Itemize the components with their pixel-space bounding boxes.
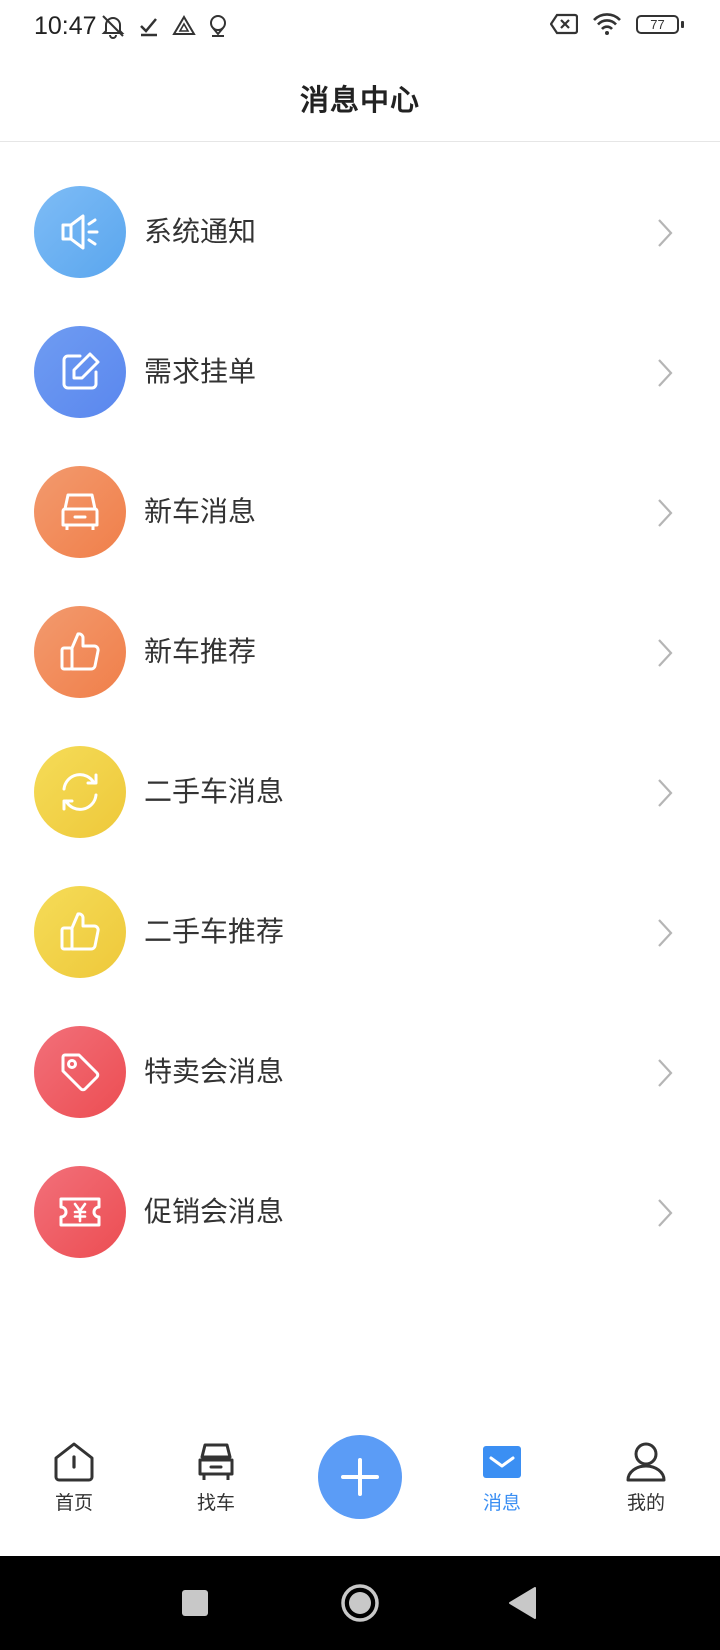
car-icon [198,1443,234,1480]
message-item-flash-sale[interactable]: 特卖会消息 [0,1002,720,1142]
edit-icon [34,326,126,418]
message-label: 新车消息 [144,495,257,528]
tab-label: 消息 [482,1492,521,1514]
home-icon [54,1442,94,1482]
circle-icon [341,1584,379,1622]
square-icon [182,1590,208,1616]
message-label: 特卖会消息 [144,1055,285,1088]
message-label: 新车推荐 [144,635,257,668]
tab-me[interactable]: 我的 [596,1440,696,1536]
chevron-right-icon [658,499,673,527]
add-button[interactable] [318,1435,402,1519]
tag-icon [34,1026,126,1118]
home-button[interactable] [335,1578,385,1628]
tab-label: 我的 [626,1492,665,1514]
bell-off-icon [101,15,125,39]
refresh-icon [34,746,126,838]
wifi-icon [593,13,621,35]
plus-icon [341,1458,379,1496]
check-icon [140,18,157,37]
car-icon [34,466,126,558]
message-item-used-car-recommend[interactable]: 二手车推荐 [0,862,720,1002]
header: 消息中心 [0,54,720,142]
page-title: 消息中心 [299,82,420,117]
tab-label: 找车 [196,1492,235,1514]
chevron-right-icon [658,359,673,387]
back-button[interactable] [498,1578,548,1628]
message-item-new-car-news[interactable]: 新车消息 [0,442,720,582]
tab-label: 首页 [54,1492,93,1514]
message-label: 系统通知 [144,215,257,248]
chevron-right-icon [658,639,673,667]
message-label: 二手车消息 [144,775,285,808]
drive-icon [172,15,196,35]
status-left-icons [100,13,228,39]
tab-messages[interactable]: 消息 [452,1440,552,1536]
message-item-new-car-recommend[interactable]: 新车推荐 [0,582,720,722]
message-label: 促销会消息 [144,1195,285,1228]
sim-off-icon [550,13,578,35]
chevron-right-icon [658,919,673,947]
chevron-right-icon [658,219,673,247]
chevron-right-icon [658,1199,673,1227]
message-label: 二手车推荐 [144,915,285,948]
message-item-demand-order[interactable]: 需求挂单 [0,302,720,442]
message-list: 系统通知 需求挂单 新车消息 新车推荐 二手车消息 二手车推荐 特卖会消息 促销… [0,162,720,1282]
back-triangle-icon [509,1587,536,1619]
message-item-used-car-news[interactable]: 二手车消息 [0,722,720,862]
status-time: 10:47 [34,12,97,40]
battery-icon: 77 [636,13,684,35]
tab-find-car[interactable]: 找车 [166,1440,266,1536]
chevron-right-icon [658,779,673,807]
chevron-right-icon [658,1059,673,1087]
battery-level: 77 [650,17,665,32]
message-item-system-notice[interactable]: 系统通知 [0,162,720,302]
message-item-promotion[interactable]: 促销会消息 [0,1142,720,1282]
thumbs-up-icon [34,606,126,698]
status-bar: 10:47 77 [0,0,720,54]
megaphone-icon [34,186,126,278]
location-icon [210,15,226,37]
recent-apps-button[interactable] [170,1578,220,1628]
system-nav-bar [0,1556,720,1650]
status-right-icons: 77 [550,12,684,36]
user-icon [626,1442,666,1482]
tab-home[interactable]: 首页 [24,1440,124,1536]
thumbs-up-icon [34,886,126,978]
message-label: 需求挂单 [144,355,257,388]
coupon-icon [34,1166,126,1258]
bottom-tab-bar: 首页 找车 消息 我的 [0,1420,720,1556]
mail-icon [483,1446,521,1478]
